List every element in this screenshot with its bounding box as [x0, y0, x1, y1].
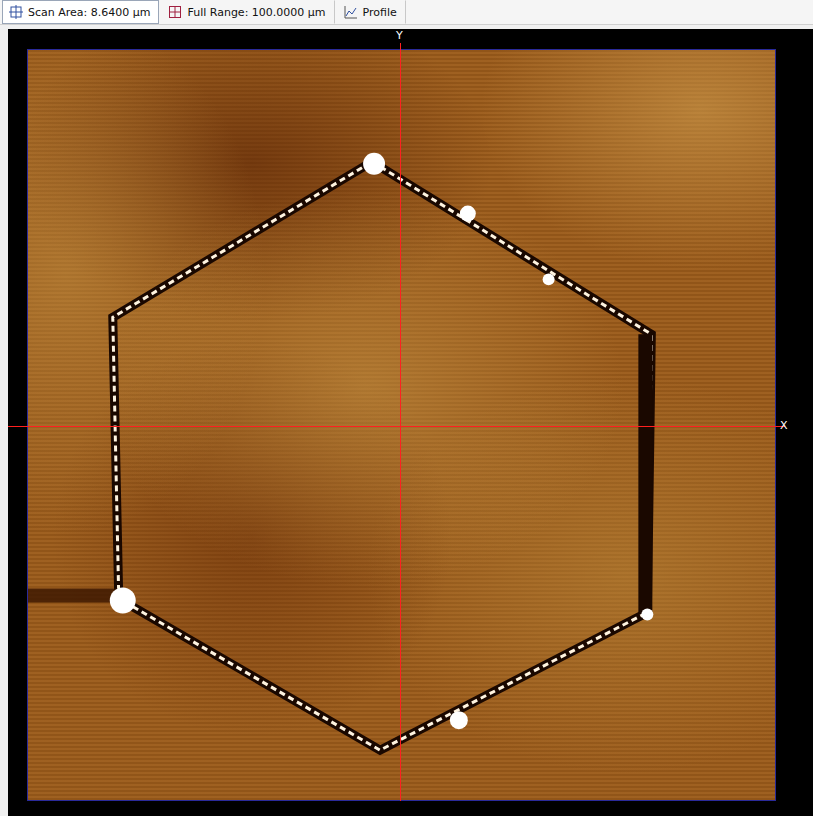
scan-viewer[interactable]: Y X [8, 29, 813, 816]
toolbar-label: Scan Area: 8.6400 µm [28, 6, 150, 19]
toolbar-tab[interactable]: Profile [337, 0, 406, 24]
crosshair-icon [9, 5, 23, 19]
toolbar-tab[interactable]: Scan Area: 8.6400 µm [2, 0, 159, 24]
toolbar-tab[interactable]: Full Range: 100.0000 µm [161, 0, 334, 24]
toolbar: Scan Area: 8.6400 µm Full Range: 100.0000… [0, 0, 813, 25]
scan-image[interactable] [27, 49, 776, 801]
chart-icon [344, 5, 358, 19]
x-axis-label: X [780, 420, 788, 432]
toolbar-label: Full Range: 100.0000 µm [187, 6, 325, 19]
crosshair-horizontal [8, 426, 785, 427]
toolbar-label: Profile [363, 6, 397, 19]
grid-icon [168, 5, 182, 19]
y-axis-label: Y [396, 30, 403, 42]
hexagon-icon [28, 50, 775, 800]
crosshair-vertical [400, 43, 401, 801]
